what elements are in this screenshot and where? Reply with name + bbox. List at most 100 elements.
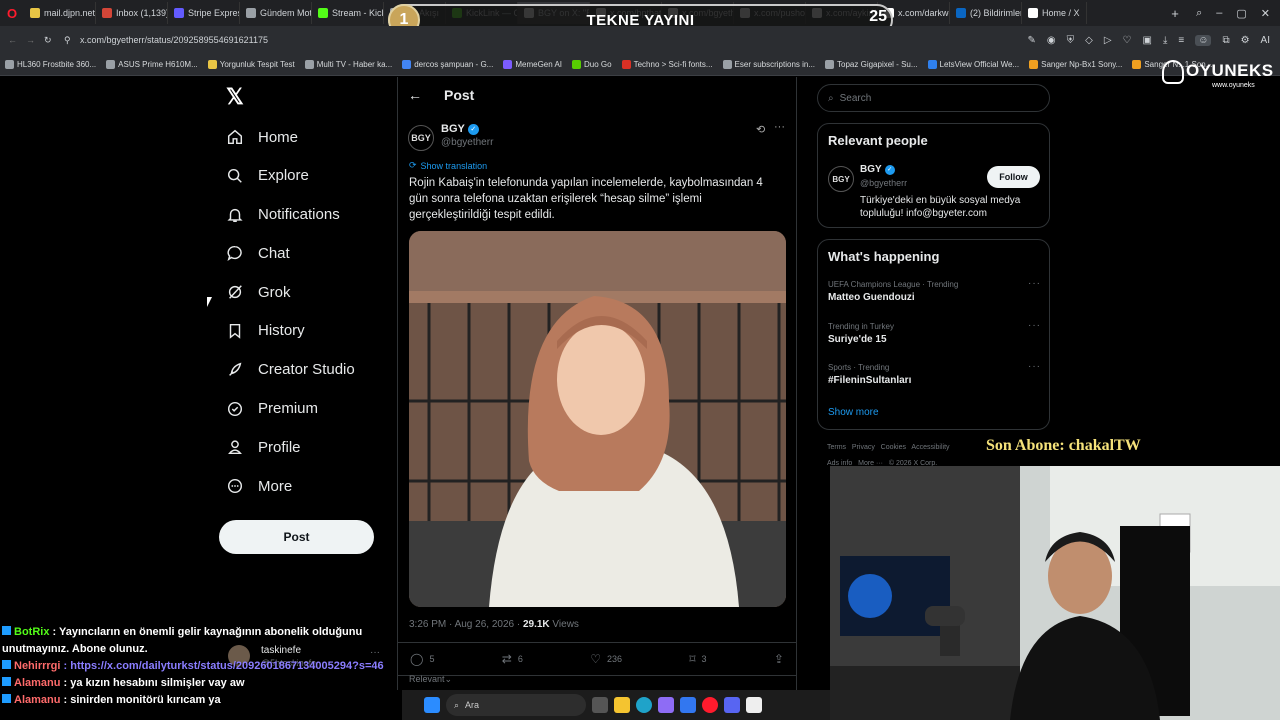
windows-start-icon[interactable] xyxy=(424,697,440,713)
nav-item-notifications[interactable]: Notifications xyxy=(226,200,396,230)
author-name[interactable]: BGY xyxy=(441,123,465,135)
trend-item[interactable]: Trending in Turkey Suriye'de 15 ··· xyxy=(818,316,1051,358)
reply-icon: ◯ xyxy=(410,652,424,666)
nav-item-more[interactable]: More xyxy=(226,471,396,501)
copilot-icon[interactable] xyxy=(658,697,674,713)
author-avatar[interactable]: BGY xyxy=(408,125,434,151)
x-logo[interactable]: 𝕏 xyxy=(226,86,246,108)
share-icon[interactable]: ⇪ xyxy=(774,652,784,666)
store-icon[interactable] xyxy=(680,697,696,713)
post-more-icon[interactable]: ··· xyxy=(774,121,785,133)
ai-icon[interactable]: AI xyxy=(1261,35,1270,46)
reload-icon[interactable]: ↻ xyxy=(44,35,64,46)
edge-icon[interactable] xyxy=(636,697,652,713)
trend-more-icon[interactable]: ··· xyxy=(1028,278,1041,289)
bookmark-item[interactable]: Multi TV - Haber ka... xyxy=(300,60,397,69)
url-field[interactable]: x.com/bgyetherr/status/20925895546916211… xyxy=(80,35,1028,45)
grok-action-icon[interactable]: ⟲ xyxy=(756,123,765,136)
task-view-icon[interactable] xyxy=(592,697,608,713)
camera-icon[interactable]: ◉ xyxy=(1047,35,1056,46)
browser-tab[interactable]: Gündem Motor xyxy=(240,2,312,24)
opera-icon[interactable] xyxy=(702,697,718,713)
mouse-cursor-icon xyxy=(207,297,212,307)
nav-item-explore[interactable]: Explore xyxy=(226,161,396,191)
nav-item-history[interactable]: History xyxy=(226,316,396,346)
nav-item-premium[interactable]: Premium xyxy=(226,394,396,424)
like-count: 236 xyxy=(606,654,623,664)
footer-links[interactable]: Terms Privacy Cookies Accessibility xyxy=(827,444,950,451)
post-image[interactable] xyxy=(409,231,786,607)
browser-tab[interactable]: mail.djpn.net xyxy=(24,2,96,24)
file-explorer-icon[interactable] xyxy=(614,697,630,713)
cube-icon[interactable]: ▣ xyxy=(1143,35,1152,46)
taskbar-search[interactable]: ⌕ Ara xyxy=(446,694,586,716)
bookmark-item[interactable]: LetsView Official We... xyxy=(923,60,1025,69)
person-handle: @bgyetherr xyxy=(860,178,908,188)
browser-tab[interactable]: Stripe Express xyxy=(168,2,240,24)
trend-item[interactable]: Sports · Trending #FileninSultanları ··· xyxy=(818,357,1051,399)
bookmark-item[interactable]: HL360 Frostbite 360... xyxy=(0,60,101,69)
nav-item-profile[interactable]: Profile xyxy=(226,432,396,462)
heart-icon[interactable]: ♡ xyxy=(1123,35,1132,46)
new-tab-button[interactable]: + xyxy=(1164,6,1186,21)
bookmark-favicon-icon xyxy=(722,60,732,69)
person-avatar[interactable]: BGY xyxy=(828,166,854,192)
sort-label: Relevant xyxy=(409,674,445,684)
follow-button[interactable]: Follow xyxy=(987,166,1040,188)
edit-icon[interactable]: ✎ xyxy=(1028,35,1036,46)
close-window-button[interactable]: ✕ xyxy=(1261,7,1270,20)
shield-icon[interactable]: ⛨ xyxy=(1067,35,1075,46)
author-name-row[interactable]: BGY ✓ xyxy=(441,123,479,135)
menu-icon[interactable]: ≡ xyxy=(1178,35,1184,46)
author-handle[interactable]: @bgyetherr xyxy=(441,137,493,148)
bookmark-item[interactable]: Sanger Np-Bx1 Sony... xyxy=(1024,60,1127,69)
reply-button[interactable]: ◯ 5 xyxy=(410,652,434,666)
nav-item-chat[interactable]: Chat xyxy=(226,238,396,268)
like-button[interactable]: ♡ 236 xyxy=(590,652,622,666)
extensions-icon[interactable]: ⧉ xyxy=(1222,35,1229,46)
search-tabs-icon[interactable]: ⌕ xyxy=(1196,7,1202,20)
bookmark-item[interactable]: Eser subscriptions in... xyxy=(718,60,820,69)
sort-dropdown[interactable]: Relevant⌄ xyxy=(409,674,452,685)
nav-item-creator-studio[interactable]: Creator Studio xyxy=(226,355,396,385)
discord-icon[interactable] xyxy=(724,697,740,713)
nav-item-grok[interactable]: Grok xyxy=(226,277,396,307)
app-icon[interactable] xyxy=(746,697,762,713)
tab-label: mail.djpn.net xyxy=(44,8,96,18)
post-time[interactable]: 3:26 PM · Aug 26, 2026 · xyxy=(409,619,523,630)
settings-icon[interactable]: ⚙ xyxy=(1241,35,1250,46)
show-more-link[interactable]: Show more xyxy=(828,407,879,418)
bookmark-button[interactable]: ⌑ 3 xyxy=(689,652,706,666)
bookmark-item[interactable]: Topaz Gigapixel - Su... xyxy=(820,60,922,69)
person-name-row[interactable]: BGY ✓ xyxy=(860,164,895,175)
minimize-button[interactable]: – xyxy=(1216,7,1222,20)
play-icon[interactable]: ▷ xyxy=(1104,35,1112,46)
back-arrow-icon[interactable]: ← xyxy=(408,87,422,103)
browser-tab[interactable]: Home / X xyxy=(1022,2,1087,24)
search-box[interactable]: ⌕ Search xyxy=(817,84,1050,112)
vpn-icon[interactable]: ◇ xyxy=(1085,35,1093,46)
browser-tab[interactable]: (2) Bildirimler xyxy=(950,2,1023,24)
bookmark-item[interactable]: ASUS Prime H610M... xyxy=(101,60,203,69)
back-icon[interactable]: ← xyxy=(8,35,26,45)
opera-logo-icon[interactable]: O xyxy=(0,2,24,24)
bookmark-item[interactable]: MemeGen AI xyxy=(498,60,567,69)
trend-more-icon[interactable]: ··· xyxy=(1028,320,1041,331)
bookmark-item[interactable]: Techno > Sci-fi fonts... xyxy=(617,60,718,69)
bookmark-item[interactable]: Yorgunluk Tespit Test xyxy=(203,60,300,69)
trend-item[interactable]: UEFA Champions League · Trending Matteo G… xyxy=(818,274,1051,316)
show-translation-link[interactable]: ⟳ Show translation xyxy=(409,160,487,171)
bookmark-item[interactable]: Duo Go xyxy=(567,60,617,69)
download-icon[interactable]: ⤓ xyxy=(1163,35,1167,46)
nav-item-home[interactable]: Home xyxy=(226,122,396,152)
site-info-icon[interactable]: ⚲ xyxy=(64,35,80,46)
forward-icon[interactable]: → xyxy=(26,35,44,45)
trend-more-icon[interactable]: ··· xyxy=(1028,361,1041,372)
browser-tab[interactable]: Inbox (1,139) xyxy=(96,2,168,24)
repost-button[interactable]: ⇄ 6 xyxy=(502,652,523,666)
bookmark-item[interactable]: dercos şampuan - G... xyxy=(397,60,498,69)
browser-tab[interactable]: Stream - Kick xyxy=(312,2,384,24)
maximize-button[interactable]: ▢ xyxy=(1236,7,1246,20)
profile-icon[interactable]: ☺ xyxy=(1195,34,1212,46)
post-button[interactable]: Post xyxy=(219,520,374,554)
